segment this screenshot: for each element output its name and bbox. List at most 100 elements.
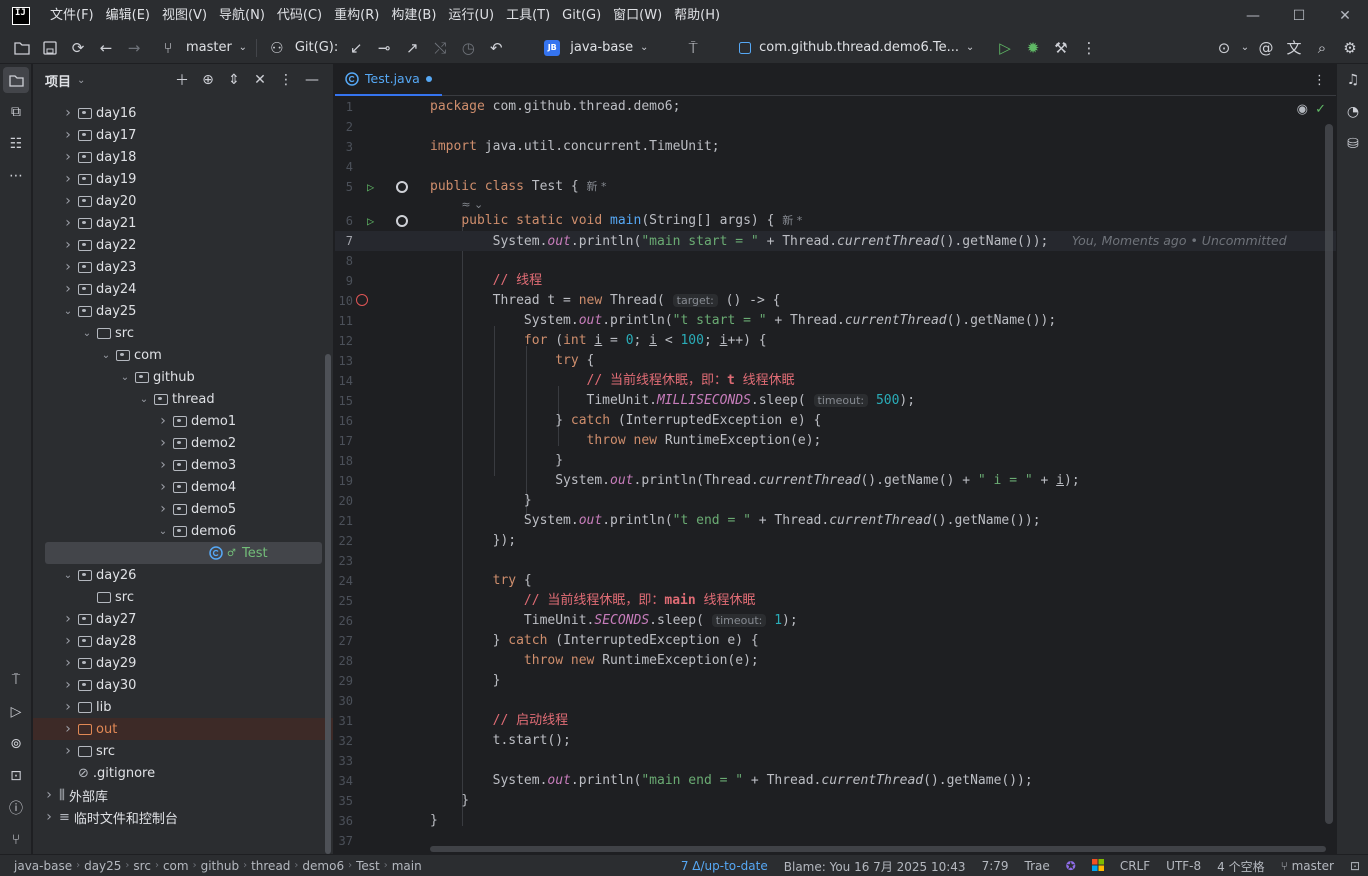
options-icon[interactable]: ⋮ bbox=[273, 67, 299, 93]
line-number[interactable]: 20 bbox=[335, 491, 353, 511]
menu-item[interactable]: 编辑(E) bbox=[100, 0, 156, 32]
gutter-breakpoint-icon[interactable] bbox=[396, 215, 408, 227]
code-line[interactable]: 26 TimeUnit.SECONDS.sleep( timeout: 1); bbox=[335, 611, 1336, 631]
database-icon[interactable]: ⛁ bbox=[1337, 128, 1368, 160]
tree-item-src[interactable]: ⌄ src bbox=[33, 322, 333, 344]
minimize-icon[interactable]: — bbox=[1230, 0, 1276, 32]
tree-item-demo2[interactable]: › demo2 bbox=[33, 432, 333, 454]
menu-item[interactable]: 运行(U) bbox=[442, 0, 500, 32]
editor-horizontal-scrollbar[interactable] bbox=[430, 846, 1326, 852]
breadcrumb-item[interactable]: demo6 bbox=[298, 859, 348, 873]
code-line[interactable]: 7 System.out.println("main start = " + T… bbox=[335, 231, 1336, 251]
chevron-down-icon[interactable]: ⌄ bbox=[98, 350, 114, 361]
tree-item-lib[interactable]: › lib bbox=[33, 696, 333, 718]
tree-item-[interactable]: › ≡ 临时文件和控制台 bbox=[33, 806, 333, 828]
code-line[interactable]: 3 import java.util.concurrent.TimeUnit; bbox=[335, 137, 1336, 157]
line-number[interactable]: 1 bbox=[335, 97, 353, 117]
tree-item-com[interactable]: ⌄ com bbox=[33, 344, 333, 366]
line-number[interactable]: 22 bbox=[335, 531, 353, 551]
terminal-icon[interactable]: ⊡ bbox=[0, 760, 32, 792]
chevron-right-icon[interactable]: › bbox=[60, 149, 76, 165]
chevron-down-icon[interactable]: ⌄ bbox=[136, 394, 152, 405]
tree-item-gitignore[interactable]: ⊘ .gitignore bbox=[33, 762, 333, 784]
code-line[interactable]: 13 try { bbox=[335, 351, 1336, 371]
line-number[interactable]: 7 bbox=[335, 231, 353, 251]
chevron-right-icon[interactable]: › bbox=[60, 237, 76, 253]
line-number[interactable]: 3 bbox=[335, 137, 353, 157]
code-line[interactable]: 1 package com.github.thread.demo6; bbox=[335, 97, 1336, 117]
code-line[interactable]: 28 throw new RuntimeException(e); bbox=[335, 651, 1336, 671]
breadcrumb-item[interactable]: java-base bbox=[10, 859, 76, 873]
tree-item-demo5[interactable]: › demo5 bbox=[33, 498, 333, 520]
tree-item-day19[interactable]: › day19 bbox=[33, 168, 333, 190]
tree-item-[interactable]: › ⫼ 外部库 bbox=[33, 784, 333, 806]
tree-item-demo3[interactable]: › demo3 bbox=[33, 454, 333, 476]
code-line[interactable]: 21 System.out.println("t end = " + Threa… bbox=[335, 511, 1336, 531]
line-number[interactable]: 32 bbox=[335, 731, 353, 751]
indent-setting[interactable]: 4 个空格 bbox=[1209, 858, 1272, 875]
code-area[interactable]: ◉ ✓ 1 package com.github.thread.demo6; 2 3 i… bbox=[335, 96, 1336, 854]
tree-item-day16[interactable]: › day16 bbox=[33, 102, 333, 124]
chevron-right-icon[interactable]: › bbox=[60, 105, 76, 121]
chevron-right-icon[interactable]: › bbox=[60, 193, 76, 209]
chevron-right-icon[interactable]: › bbox=[60, 677, 76, 693]
forward-icon[interactable]: → bbox=[120, 34, 148, 62]
notifications-icon[interactable]: ♫ bbox=[1337, 64, 1368, 96]
structure-icon[interactable]: ☷ bbox=[0, 128, 32, 160]
menu-item[interactable]: 帮助(H) bbox=[668, 0, 726, 32]
back-icon[interactable]: ← bbox=[92, 34, 120, 62]
git-merge-icon[interactable]: ⤭ bbox=[426, 34, 454, 62]
chevron-right-icon[interactable]: › bbox=[60, 721, 76, 737]
chevron-right-icon[interactable]: › bbox=[60, 611, 76, 627]
tree-item-day21[interactable]: › day21 bbox=[33, 212, 333, 234]
line-number[interactable]: 30 bbox=[335, 691, 353, 711]
code-line[interactable]: 4 bbox=[335, 157, 1336, 177]
tree-item-day22[interactable]: › day22 bbox=[33, 234, 333, 256]
open-folder-icon[interactable] bbox=[8, 34, 36, 62]
tree-item-github[interactable]: ⌄ github bbox=[33, 366, 333, 388]
line-number[interactable]: 24 bbox=[335, 571, 353, 591]
chevron-right-icon[interactable]: › bbox=[155, 479, 171, 495]
chevron-right-icon[interactable]: › bbox=[60, 215, 76, 231]
more-tools-icon[interactable]: ⋯ bbox=[0, 160, 32, 192]
line-separator[interactable]: CRLF bbox=[1112, 859, 1158, 873]
breadcrumb-item[interactable]: Test bbox=[352, 859, 384, 873]
build-tool-icon[interactable]: ⍑ bbox=[0, 664, 32, 696]
code-line[interactable]: 8 bbox=[335, 251, 1336, 271]
code-line[interactable]: 11 System.out.println("t start = " + Thr… bbox=[335, 311, 1336, 331]
code-line[interactable]: 23 bbox=[335, 551, 1336, 571]
line-number[interactable]: 27 bbox=[335, 631, 353, 651]
tree-item-out[interactable]: › out bbox=[33, 718, 333, 740]
code-line[interactable]: 18 } bbox=[335, 451, 1336, 471]
code-line[interactable]: 32 t.start(); bbox=[335, 731, 1336, 751]
line-number[interactable]: 15 bbox=[335, 391, 353, 411]
editor-scrollbar[interactable] bbox=[1325, 124, 1333, 824]
chevron-down-icon[interactable]: ⌄ bbox=[79, 328, 95, 339]
ai-chat-icon[interactable]: ◔ bbox=[1337, 96, 1368, 128]
line-number[interactable]: 23 bbox=[335, 551, 353, 571]
caret-position[interactable]: 7:79 bbox=[974, 859, 1017, 873]
breadcrumb-item[interactable]: main bbox=[388, 859, 426, 873]
line-number[interactable]: 16 bbox=[335, 411, 353, 431]
tree-item-thread[interactable]: ⌄ thread bbox=[33, 388, 333, 410]
code-line[interactable]: 25 // 当前线程休眠，即：main 线程休眠 bbox=[335, 591, 1336, 611]
chevron-down-icon[interactable]: ⌄ bbox=[1238, 34, 1252, 62]
code-line[interactable]: 2 bbox=[335, 117, 1336, 137]
run-icon[interactable]: ▷ bbox=[991, 34, 1019, 62]
chevron-right-icon[interactable]: › bbox=[60, 633, 76, 649]
file-encoding[interactable]: UTF-8 bbox=[1158, 859, 1209, 873]
trae-widget[interactable]: Trae bbox=[1017, 859, 1058, 873]
tree-item-day20[interactable]: › day20 bbox=[33, 190, 333, 212]
chevron-right-icon[interactable]: › bbox=[60, 655, 76, 671]
code-line[interactable]: 6 ▷ public static void main(String[] args… bbox=[335, 211, 1336, 231]
code-line[interactable]: 10 Thread t = new Thread( target: () -> … bbox=[335, 291, 1336, 311]
tree-item-Test[interactable]: ♂ Test bbox=[45, 542, 322, 564]
chevron-right-icon[interactable]: › bbox=[60, 171, 76, 187]
tree-item-day18[interactable]: › day18 bbox=[33, 146, 333, 168]
tree-item-demo1[interactable]: › demo1 bbox=[33, 410, 333, 432]
line-number[interactable]: 18 bbox=[335, 451, 353, 471]
chevron-right-icon[interactable]: › bbox=[155, 435, 171, 451]
code-line[interactable]: 31 // 启动线程 bbox=[335, 711, 1336, 731]
maximize-icon[interactable]: ☐ bbox=[1276, 0, 1322, 32]
tree-item-day24[interactable]: › day24 bbox=[33, 278, 333, 300]
